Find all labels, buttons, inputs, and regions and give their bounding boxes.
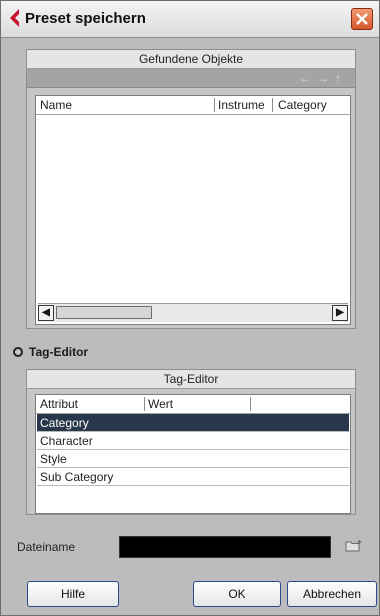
tag-editor-header: Attribut Wert	[36, 395, 350, 414]
table-row[interactable]: Category	[37, 414, 349, 432]
column-value[interactable]: Wert	[148, 395, 173, 413]
tag-editor-panel: Tag-Editor Attribut Wert Category Charac…	[26, 369, 356, 515]
nav-strip: ← → ↑	[27, 69, 355, 88]
horizontal-scrollbar[interactable]: ◀ ▶	[38, 303, 348, 322]
filename-input[interactable]	[119, 536, 331, 558]
found-objects-header: Name Instrume Category	[36, 96, 350, 115]
found-objects-title: Gefundene Objekte	[27, 50, 355, 69]
scroll-left-button[interactable]: ◀	[38, 305, 54, 321]
column-attribute[interactable]: Attribut	[40, 395, 78, 413]
cubase-logo-icon	[10, 9, 19, 27]
column-instrument[interactable]: Instrume	[218, 96, 265, 114]
column-separator[interactable]	[214, 98, 215, 112]
folder-icon[interactable]	[345, 539, 363, 553]
table-row[interactable]: Character	[37, 432, 349, 450]
cancel-button[interactable]: Abbrechen	[287, 581, 377, 607]
preset-save-dialog: Preset speichern Gefundene Objekte ← → ↑…	[0, 0, 380, 616]
table-row[interactable]: Style	[37, 450, 349, 468]
scroll-right-button[interactable]: ▶	[332, 305, 348, 321]
column-name[interactable]: Name	[40, 96, 72, 114]
column-category[interactable]: Category	[278, 96, 327, 114]
filename-row: Dateiname	[15, 529, 365, 567]
filename-label: Dateiname	[17, 540, 76, 554]
scroll-thumb[interactable]	[56, 306, 152, 319]
row-attribute: Style	[40, 452, 67, 466]
title-bar: Preset speichern	[1, 1, 379, 38]
tag-editor-table[interactable]: Attribut Wert Category Character Style S…	[35, 394, 351, 514]
column-separator[interactable]	[144, 397, 145, 411]
arrow-right-icon[interactable]: →	[317, 70, 329, 86]
found-objects-panel: Gefundene Objekte ← → ↑ Name Instrume Ca…	[26, 49, 356, 329]
close-button[interactable]	[351, 8, 373, 30]
help-button[interactable]: Hilfe	[27, 581, 119, 607]
tag-editor-toggle-label: Tag-Editor	[29, 345, 89, 359]
close-icon	[356, 13, 368, 25]
tag-editor-title: Tag-Editor	[27, 370, 355, 389]
row-attribute: Category	[40, 416, 89, 430]
row-attribute: Character	[40, 434, 93, 448]
arrow-up-icon[interactable]: ↑	[335, 70, 341, 86]
column-separator[interactable]	[250, 397, 251, 411]
arrow-left-icon[interactable]: ←	[299, 70, 311, 86]
ok-button[interactable]: OK	[193, 581, 281, 607]
radio-icon[interactable]	[13, 347, 23, 357]
column-separator[interactable]	[272, 98, 273, 112]
row-attribute: Sub Category	[40, 470, 114, 484]
found-objects-list[interactable]: Name Instrume Category ◀ ▶	[35, 95, 351, 325]
window-title: Preset speichern	[25, 10, 146, 27]
table-row[interactable]: Sub Category	[37, 468, 349, 486]
